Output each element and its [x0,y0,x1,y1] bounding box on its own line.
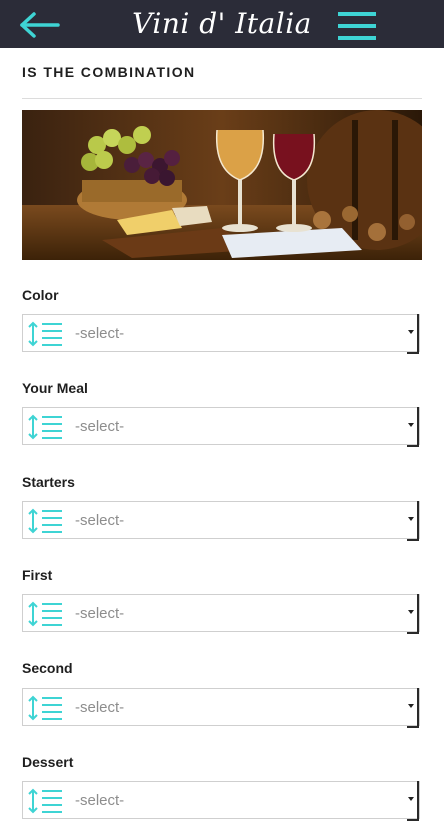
sort-list-icon [28,788,62,814]
sort-list-icon [28,321,62,347]
field-label-dessert: Dessert [22,754,74,770]
sort-list-icon [28,601,62,627]
color-select[interactable]: -select- [22,314,420,354]
your-meal-select[interactable]: -select- [22,407,420,447]
hero-image [22,110,422,260]
dropdown-arrow-icon [408,797,414,801]
field-label-first: First [22,567,53,583]
dropdown-arrow-icon [408,330,414,334]
dropdown-edge [407,781,419,821]
select-value: -select- [75,418,125,435]
starters-select[interactable]: -select- [22,501,420,541]
first-select[interactable]: -select- [22,594,420,634]
field-label-second: Second [22,660,73,676]
app-header: Vini d' Italia [0,0,444,48]
dropdown-edge [407,407,419,447]
sort-list-icon [28,414,62,440]
dropdown-edge [407,314,419,354]
section-title: IS THE COMBINATION [22,64,196,80]
select-value: -select- [75,325,125,342]
select-value: -select- [75,512,125,529]
sort-list-icon [28,695,62,721]
sort-list-icon [28,508,62,534]
hamburger-menu-icon [338,12,376,40]
menu-button[interactable] [338,10,378,42]
second-select[interactable]: -select- [22,688,420,728]
wine-and-cheese-photo [22,110,422,260]
field-label-color: Color [22,287,59,303]
dropdown-edge [407,501,419,541]
dropdown-arrow-icon [408,423,414,427]
field-label-starters: Starters [22,474,75,490]
dropdown-edge [407,688,419,728]
dessert-select[interactable]: -select- [22,781,420,821]
select-value: -select- [75,792,125,809]
select-value: -select- [75,699,125,716]
dropdown-arrow-icon [408,610,414,614]
dropdown-edge [407,594,419,634]
dropdown-arrow-icon [408,704,414,708]
dropdown-arrow-icon [408,517,414,521]
select-value: -select- [75,605,125,622]
field-label-your-meal: Your Meal [22,380,88,396]
divider [22,98,422,99]
